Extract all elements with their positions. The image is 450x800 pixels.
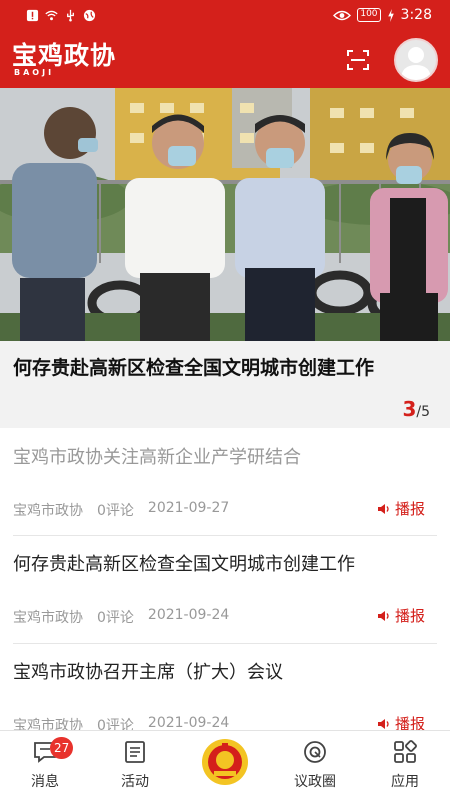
hero-banner-image[interactable] (0, 88, 450, 341)
circle-icon (304, 741, 326, 763)
speaker-icon (377, 718, 389, 729)
wifi-icon (45, 10, 58, 21)
hero-title[interactable]: 何存贵赴高新区检查全国文明城市创建工作 (13, 353, 393, 383)
carousel-pager: 3/5 (402, 397, 430, 421)
eye-icon (333, 10, 352, 20)
news-comments: 0评论 (97, 503, 134, 519)
tab-messages[interactable]: 27 消息 (10, 737, 80, 797)
grid-icon (394, 740, 417, 763)
alert-icon (26, 9, 39, 22)
news-comments: 0评论 (97, 610, 134, 626)
news-title[interactable]: 何存贵赴高新区检查全国文明城市创建工作 (13, 551, 355, 579)
message-badge: 27 (50, 737, 74, 759)
divider (13, 643, 437, 644)
news-date: 2021-09-27 (147, 500, 230, 516)
news-title[interactable]: 宝鸡市政协关注高新企业产学研结合 (13, 444, 301, 472)
pager-current: 3 (402, 397, 417, 421)
speaker-icon (377, 610, 389, 621)
news-date: 2021-09-24 (147, 607, 230, 623)
globe-icon (83, 9, 96, 22)
tab-label: 消息 (31, 774, 59, 790)
battery-indicator: 100 (357, 8, 381, 22)
cppcc-emblem-icon[interactable] (200, 737, 250, 787)
news-source: 宝鸡市政协 (13, 503, 83, 519)
pager-total: /5 (416, 404, 430, 420)
tab-activity[interactable]: 活动 (100, 739, 170, 797)
app-logo: 宝鸡政协 BAOJI (12, 41, 117, 78)
divider (13, 535, 437, 536)
news-meta: 宝鸡市政协 0评论 2021-09-27 (13, 500, 229, 520)
broadcast-label: 播报 (394, 607, 425, 625)
user-avatar[interactable] (394, 38, 438, 82)
tab-label: 活动 (121, 774, 149, 790)
tab-label: 议政圈 (294, 774, 336, 790)
speaker-icon (377, 503, 389, 514)
news-title[interactable]: 宝鸡市政协召开主席（扩大）会议 (13, 659, 283, 687)
broadcast-button[interactable]: 播报 (377, 498, 425, 519)
news-source: 宝鸡市政协 (13, 610, 83, 626)
broadcast-button[interactable]: 播报 (377, 605, 425, 626)
status-bar: 100 3:28 (0, 0, 450, 32)
person-icon (401, 47, 431, 80)
bottom-tab-bar: 27 消息 活动 议政圈 应用 (0, 730, 450, 800)
tab-circle[interactable]: 议政圈 (280, 739, 350, 797)
logo-subtext: BAOJI (14, 68, 55, 77)
hero-photo (0, 88, 450, 341)
charging-icon (387, 8, 394, 22)
usb-icon (67, 9, 74, 22)
news-meta: 宝鸡市政协 0评论 2021-09-24 (13, 607, 229, 627)
hero-caption[interactable]: 何存贵赴高新区检查全国文明城市创建工作 3/5 (0, 341, 450, 428)
broadcast-label: 播报 (394, 500, 425, 518)
app-header: 宝鸡政协 BAOJI (0, 32, 450, 88)
scan-icon[interactable] (346, 48, 370, 72)
document-icon (125, 741, 145, 763)
clock: 3:28 (400, 7, 432, 23)
logo-text: 宝鸡政协 (12, 41, 117, 70)
tab-apps[interactable]: 应用 (370, 739, 440, 797)
tab-label: 应用 (391, 774, 419, 790)
